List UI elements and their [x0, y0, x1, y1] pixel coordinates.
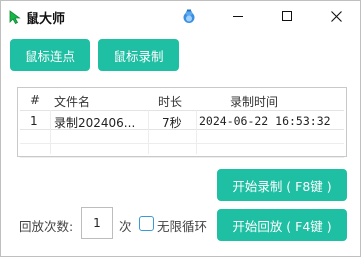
empty-row [20, 144, 344, 158]
column-header-time[interactable]: 录制时间 [230, 93, 278, 110]
start-playback-button[interactable]: 开始回放 ( F4键 ) [217, 209, 347, 241]
minimize-icon [233, 15, 243, 17]
table-row[interactable]: 1 录制202406... 7秒 2024-06-22 16:53:32 [20, 110, 344, 130]
column-divider [196, 110, 197, 154]
infinite-loop-label[interactable]: 无限循环 [157, 216, 207, 235]
mouse-click-button[interactable]: 鼠标连点 [10, 39, 90, 71]
column-header-duration[interactable]: 时长 [158, 93, 182, 110]
blue-mascot-icon[interactable] [182, 9, 196, 24]
recordings-table[interactable]: # 文件名 时长 录制时间 1 录制202406... 7秒 2024-06-2… [17, 87, 347, 158]
playback-count-input[interactable] [81, 207, 113, 239]
mouse-record-button[interactable]: 鼠标录制 [98, 39, 179, 71]
maximize-icon [282, 11, 292, 21]
empty-row [20, 130, 344, 144]
infinite-loop-checkbox[interactable] [139, 216, 154, 231]
maximize-button[interactable] [262, 1, 312, 31]
column-header-name[interactable]: 文件名 [54, 93, 90, 110]
close-icon [330, 10, 342, 22]
row-num: 1 [30, 114, 38, 128]
close-button[interactable] [311, 1, 361, 31]
playback-count-label: 回放次数: [19, 219, 74, 234]
column-divider [148, 110, 149, 154]
minimize-button[interactable] [213, 1, 263, 31]
green-cursor-icon [9, 10, 21, 24]
row-name: 录制202406... [54, 116, 136, 130]
row-time: 2024-06-22 16:53:32 [199, 114, 331, 128]
column-header-num: # [30, 93, 41, 107]
app-window: 鼠大师 鼠标连点 鼠标录制 # 文件名 时长 录制时间 1 录制202406..… [0, 0, 361, 257]
title-bar[interactable]: 鼠大师 [1, 1, 360, 31]
window-title: 鼠大师 [26, 12, 66, 27]
start-record-button[interactable]: 开始录制 ( F8键 ) [217, 169, 347, 201]
playback-count-unit: 次 [119, 219, 132, 234]
column-divider [50, 110, 51, 154]
row-duration: 7秒 [162, 116, 182, 130]
table-header: # 文件名 时长 录制时间 [20, 90, 344, 110]
